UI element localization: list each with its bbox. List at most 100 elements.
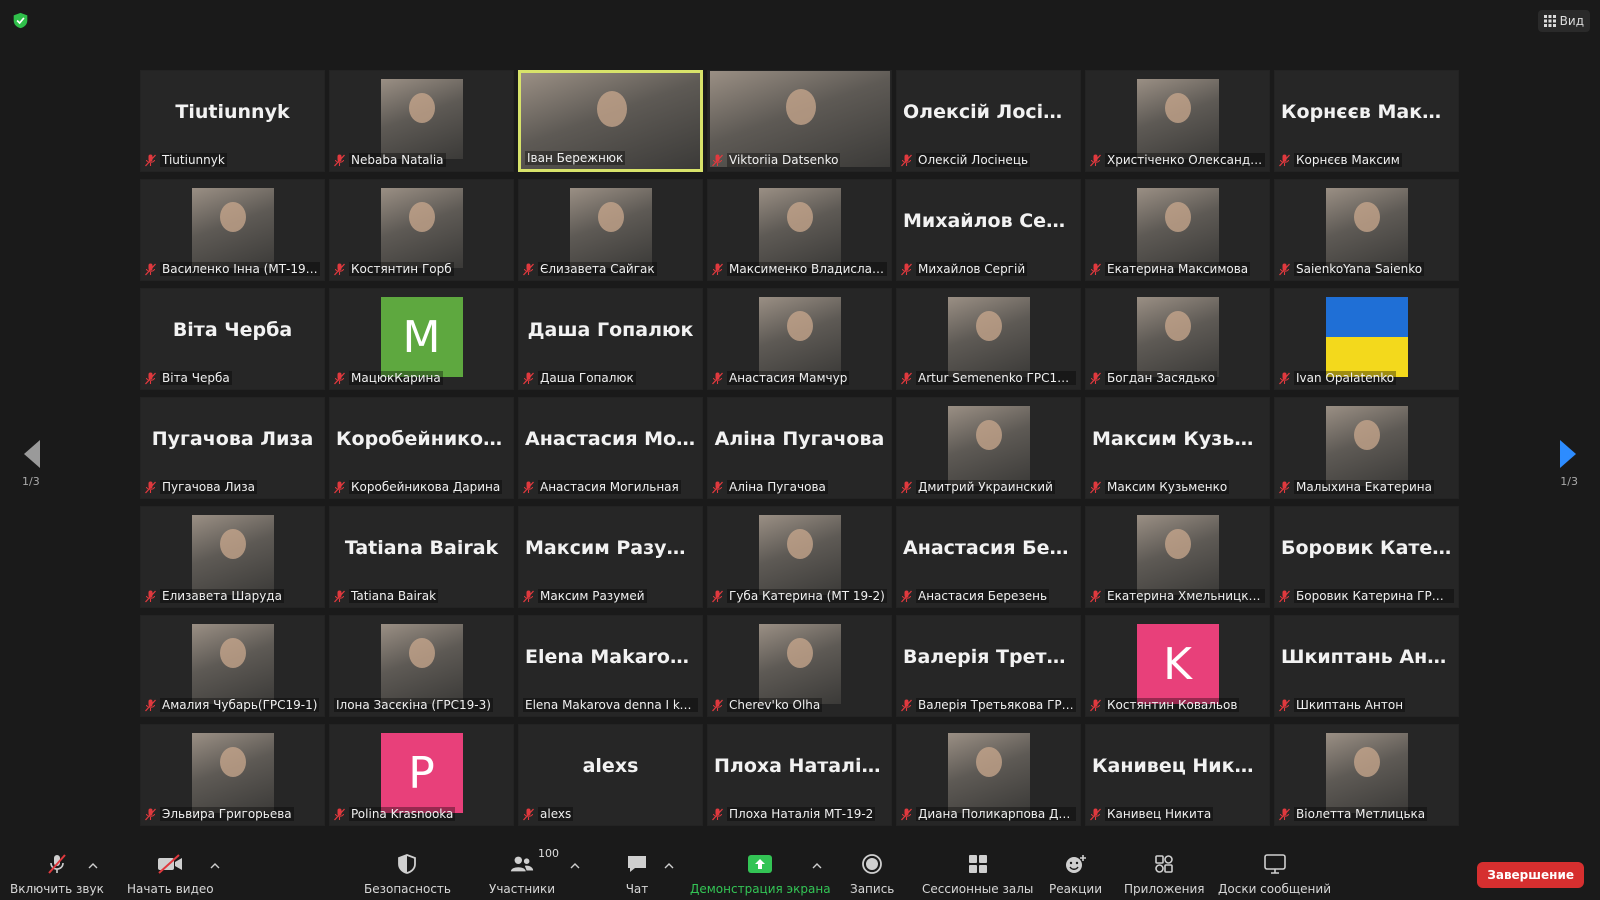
reactions-button[interactable]: Реакции bbox=[1049, 852, 1102, 896]
participant-tile[interactable]: Губа Катерина (МТ 19-2) bbox=[707, 506, 892, 608]
apps-button[interactable]: Приложения bbox=[1124, 852, 1205, 896]
participant-name: Cherev'ko Olha bbox=[727, 698, 823, 712]
participants-label: Участники bbox=[489, 882, 556, 896]
participant-tile[interactable]: Анастасия Бере... Анастасия Березень bbox=[896, 506, 1081, 608]
share-screen-button[interactable]: Демонстрация экрана bbox=[690, 852, 831, 896]
participant-name: Елизавета Шаруда bbox=[160, 589, 284, 603]
participant-tile[interactable]: Амалия Чубарь(ГРС19-1) bbox=[140, 615, 325, 717]
participant-tile[interactable]: Анастасия Мамчур bbox=[707, 288, 892, 390]
participant-tile[interactable]: Олексій Лосіне... Олексій Лосінець bbox=[896, 70, 1081, 172]
participant-tile[interactable]: Плоха Наталія... Плоха Наталія МТ-19-2 bbox=[707, 724, 892, 826]
participant-tile[interactable]: Максименко Владислав ... bbox=[707, 179, 892, 281]
participant-tile[interactable]: Віолетта Метлицька bbox=[1274, 724, 1459, 826]
mic-muted-icon bbox=[334, 481, 345, 493]
participant-tile[interactable]: Канивец Никита Канивец Никита bbox=[1085, 724, 1270, 826]
participant-tile[interactable]: Костянтин Горб bbox=[329, 179, 514, 281]
participant-tile[interactable]: Василенко Інна (МТ-19-2) bbox=[140, 179, 325, 281]
record-button[interactable]: Запись bbox=[850, 852, 894, 896]
participant-tile[interactable]: Tatiana Bairak Tatiana Bairak bbox=[329, 506, 514, 608]
participant-tile[interactable]: Коробейников... Коробейникова Дарина bbox=[329, 397, 514, 499]
share-options-chevron-icon[interactable] bbox=[812, 862, 822, 870]
participant-tile[interactable]: Ivan Opalatenko bbox=[1274, 288, 1459, 390]
participant-name: Elena Makarova denna I kurs bbox=[523, 698, 698, 712]
participant-tile[interactable]: SaienkoYana Saienko bbox=[1274, 179, 1459, 281]
chat-label: Чат bbox=[625, 882, 649, 896]
start-video-button[interactable]: Начать видео bbox=[127, 852, 214, 896]
participant-display-name: Олексій Лосіне... bbox=[903, 101, 1080, 123]
participant-name: Богдан Засядько bbox=[1105, 371, 1218, 385]
participant-tile[interactable]: Малыхина Екатерина bbox=[1274, 397, 1459, 499]
participant-tile[interactable]: Artur Semenenko ГРС19-1 bbox=[896, 288, 1081, 390]
participant-profile-picture bbox=[1325, 406, 1408, 486]
participant-tile[interactable]: Христіченко Олександр ... bbox=[1085, 70, 1270, 172]
participant-tile[interactable]: Віта Черба Віта Черба bbox=[140, 288, 325, 390]
participant-tile[interactable]: Елизавета Шаруда bbox=[140, 506, 325, 608]
participant-name: Дмитрий Украинский bbox=[916, 480, 1055, 494]
participant-display-name: Tatiana Bairak bbox=[344, 537, 499, 559]
participant-tile[interactable]: K Костянтин Ковальов bbox=[1085, 615, 1270, 717]
participant-name: Пугачова Лиза bbox=[160, 480, 258, 494]
chat-options-chevron-icon[interactable] bbox=[664, 862, 674, 870]
participant-tile[interactable]: Viktoriia Datsenko bbox=[707, 70, 892, 172]
audio-options-chevron-icon[interactable] bbox=[88, 862, 98, 870]
participant-tile[interactable]: Іван Бережнюк bbox=[518, 70, 703, 172]
participant-tile[interactable]: Диана Поликарпова Диа... bbox=[896, 724, 1081, 826]
shield-check-icon[interactable] bbox=[12, 12, 29, 29]
participant-name: Tiutiunnyk bbox=[160, 153, 227, 167]
participant-tile[interactable]: Tiutiunnyk Tiutiunnyk bbox=[140, 70, 325, 172]
chat-button[interactable]: Чат bbox=[624, 852, 650, 896]
participant-tile[interactable]: Шкиптань Антон Шкиптань Антон bbox=[1274, 615, 1459, 717]
participant-tile[interactable]: Эльвира Григорьева bbox=[140, 724, 325, 826]
mic-muted-icon bbox=[1090, 808, 1101, 820]
participant-name: МацюкКарина bbox=[349, 371, 443, 385]
participant-tile[interactable]: Nebaba Natalia bbox=[329, 70, 514, 172]
mic-muted-icon bbox=[1090, 154, 1101, 166]
mic-muted-icon bbox=[145, 263, 156, 275]
end-meeting-button[interactable]: Завершение bbox=[1477, 862, 1584, 888]
participant-name-label: Анастасия Березень bbox=[901, 588, 1076, 604]
participant-tile[interactable]: alexs alexs bbox=[518, 724, 703, 826]
participant-tile[interactable]: Elena Makarova... Elena Makarova denna I … bbox=[518, 615, 703, 717]
participant-tile[interactable]: Єлизавета Сайгак bbox=[518, 179, 703, 281]
participant-name: Polina Krasnooka bbox=[349, 807, 456, 821]
security-button[interactable]: Безопасность bbox=[364, 852, 451, 896]
participant-display-name: Коробейников... bbox=[336, 428, 513, 450]
grid-view-icon bbox=[1543, 15, 1556, 27]
participant-tile[interactable]: Валерія Третья... Валерія Третьякова ГРС1… bbox=[896, 615, 1081, 717]
participant-tile[interactable]: Максим Кузьм... Максим Кузьменко bbox=[1085, 397, 1270, 499]
unmute-button[interactable]: Включить звук bbox=[10, 852, 104, 896]
participant-tile[interactable]: Ілона Засєкіна (ГРС19-3) bbox=[329, 615, 514, 717]
participant-tile[interactable]: Анастасия Мог... Анастасия Могильная bbox=[518, 397, 703, 499]
participant-tile[interactable]: Екатерина Хмельницкая bbox=[1085, 506, 1270, 608]
participant-tile[interactable]: M МацюкКарина bbox=[329, 288, 514, 390]
participant-tile[interactable]: Боровик Катер... Боровик Катерина ГРС1... bbox=[1274, 506, 1459, 608]
mic-muted-icon bbox=[901, 154, 912, 166]
participant-tile[interactable]: Корнєєв Максим Корнєєв Максим bbox=[1274, 70, 1459, 172]
participant-tile[interactable]: Пугачова Лиза Пугачова Лиза bbox=[140, 397, 325, 499]
participant-tile[interactable]: Михайлов Сергій Михайлов Сергій bbox=[896, 179, 1081, 281]
participants-options-chevron-icon[interactable] bbox=[570, 862, 580, 870]
participant-tile[interactable]: Богдан Засядько bbox=[1085, 288, 1270, 390]
participant-profile-picture bbox=[380, 79, 463, 159]
previous-page-arrow-icon[interactable] bbox=[20, 432, 44, 476]
whiteboards-button[interactable]: Доски сообщений bbox=[1218, 852, 1331, 896]
participant-tile[interactable]: Cherev'ko Olha bbox=[707, 615, 892, 717]
participant-tile[interactable]: Дмитрий Украинский bbox=[896, 397, 1081, 499]
whiteboard-icon bbox=[1263, 854, 1286, 874]
participant-name-label: Максим Кузьменко bbox=[1090, 479, 1265, 495]
participant-name-label: Плоха Наталія МТ-19-2 bbox=[712, 806, 887, 822]
participant-name: Михайлов Сергій bbox=[916, 262, 1028, 276]
breakout-rooms-button[interactable]: Сессионные залы bbox=[922, 852, 1033, 896]
participant-tile[interactable]: Екатерина Максимова bbox=[1085, 179, 1270, 281]
view-button[interactable]: Вид bbox=[1537, 10, 1590, 32]
video-options-chevron-icon[interactable] bbox=[210, 862, 220, 870]
chat-icon bbox=[628, 856, 646, 872]
participant-tile[interactable]: P Polina Krasnooka bbox=[329, 724, 514, 826]
next-page-arrow-icon[interactable] bbox=[1556, 432, 1580, 476]
participant-name: Екатерина Хмельницкая bbox=[1105, 589, 1265, 603]
mic-muted-icon bbox=[145, 481, 156, 493]
participant-tile[interactable]: Максим Разумей Максим Разумей bbox=[518, 506, 703, 608]
participant-tile[interactable]: Даша Гопалюк Даша Гопалюк bbox=[518, 288, 703, 390]
participant-avatar: P bbox=[380, 733, 463, 813]
participant-tile[interactable]: Аліна Пугачова Аліна Пугачова bbox=[707, 397, 892, 499]
